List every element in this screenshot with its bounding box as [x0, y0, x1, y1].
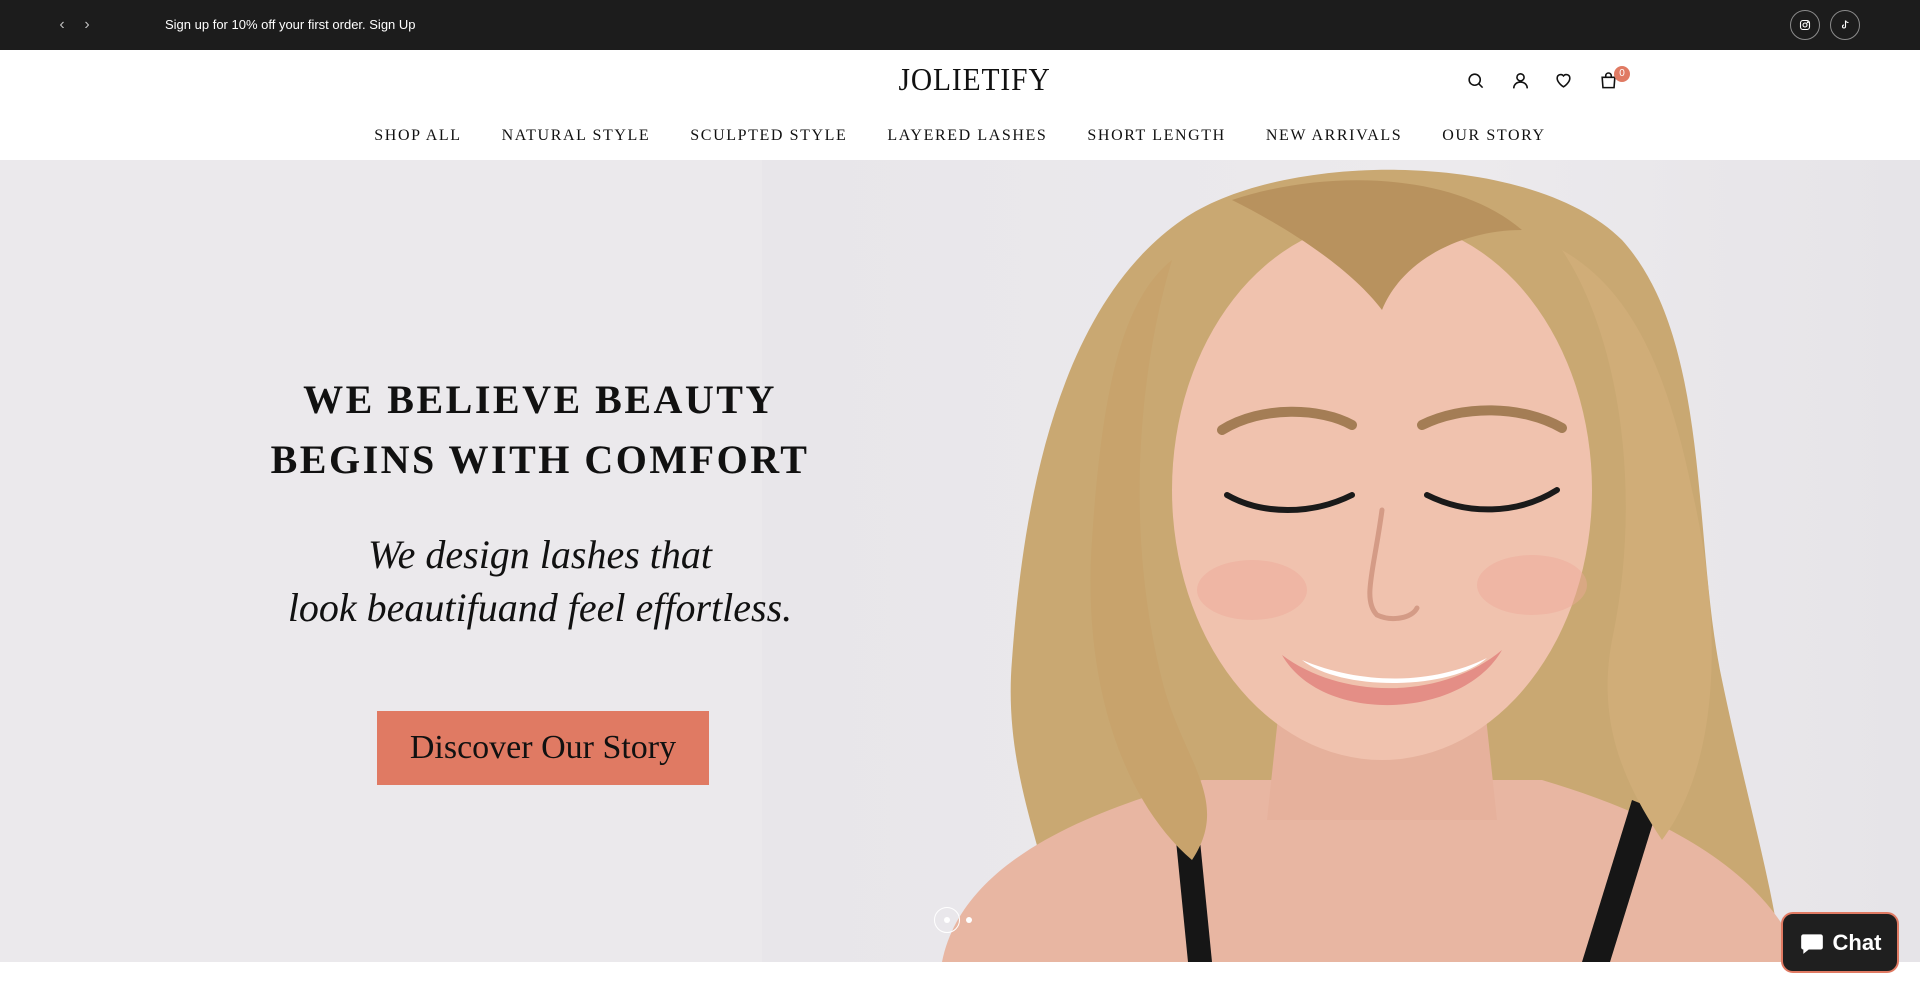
nav-item-our-story[interactable]: OUR STORY	[1442, 124, 1545, 148]
chat-button[interactable]: Chat	[1781, 912, 1899, 973]
nav-item-natural-style[interactable]: NATURAL STYLE	[502, 124, 651, 148]
nav-item-sculpted-style[interactable]: SCULPTED STYLE	[690, 124, 847, 148]
chat-bubble-icon	[1800, 933, 1823, 954]
main-nav: SHOP ALL NATURAL STYLE SCULPTED STYLE LA…	[0, 124, 1920, 148]
chevron-left-icon[interactable]: ‹	[53, 16, 71, 34]
discover-our-story-button[interactable]: Discover Our Story	[377, 711, 709, 785]
chat-label: Chat	[1832, 929, 1882, 955]
nav-item-layered-lashes[interactable]: LAYERED LASHES	[887, 124, 1047, 148]
announcement-bar: ‹ › Sign up for 10% off your first order…	[0, 0, 1920, 50]
search-icon[interactable]	[1463, 68, 1487, 92]
site-header: JOLIETIFY 0 SHOP ALL NATURAL STYLE SCULP…	[0, 50, 1920, 160]
hero-image	[762, 160, 1920, 962]
hero-title-line-1: WE BELIEVE BEAUTY	[303, 377, 777, 422]
slide-dot-1[interactable]	[934, 907, 960, 933]
instagram-icon[interactable]	[1790, 10, 1820, 40]
site-logo[interactable]: JOLIETIFY	[898, 59, 1049, 99]
slider-pagination	[934, 907, 972, 933]
chevron-right-icon[interactable]: ›	[78, 16, 96, 34]
heart-icon[interactable]	[1551, 68, 1575, 92]
cart-count-badge: 0	[1614, 66, 1630, 82]
hero-portrait-illustration	[942, 169, 1802, 962]
hero-title-line-2: BEGINS WITH COMFORT	[270, 437, 810, 482]
slide-dot-2[interactable]	[966, 917, 972, 923]
account-icon[interactable]	[1508, 68, 1532, 92]
hero-subtitle: We design lashes that look beautifuand f…	[240, 528, 840, 634]
hero-subtitle-line-2: look beautifuand feel effortless.	[287, 585, 793, 630]
nav-item-short-length[interactable]: SHORT LENGTH	[1087, 124, 1225, 148]
hero-subtitle-line-1: We design lashes that	[367, 532, 713, 577]
nav-item-new-arrivals[interactable]: NEW ARRIVALS	[1266, 124, 1402, 148]
hero-title: WE BELIEVE BEAUTY BEGINS WITH COMFORT	[240, 370, 840, 490]
tiktok-icon[interactable]	[1830, 10, 1860, 40]
announcement-message[interactable]: Sign up for 10% off your first order. Si…	[165, 16, 416, 34]
hero-banner: WE BELIEVE BEAUTY BEGINS WITH COMFORT We…	[0, 160, 1920, 962]
nav-item-shop-all[interactable]: SHOP ALL	[374, 124, 461, 148]
